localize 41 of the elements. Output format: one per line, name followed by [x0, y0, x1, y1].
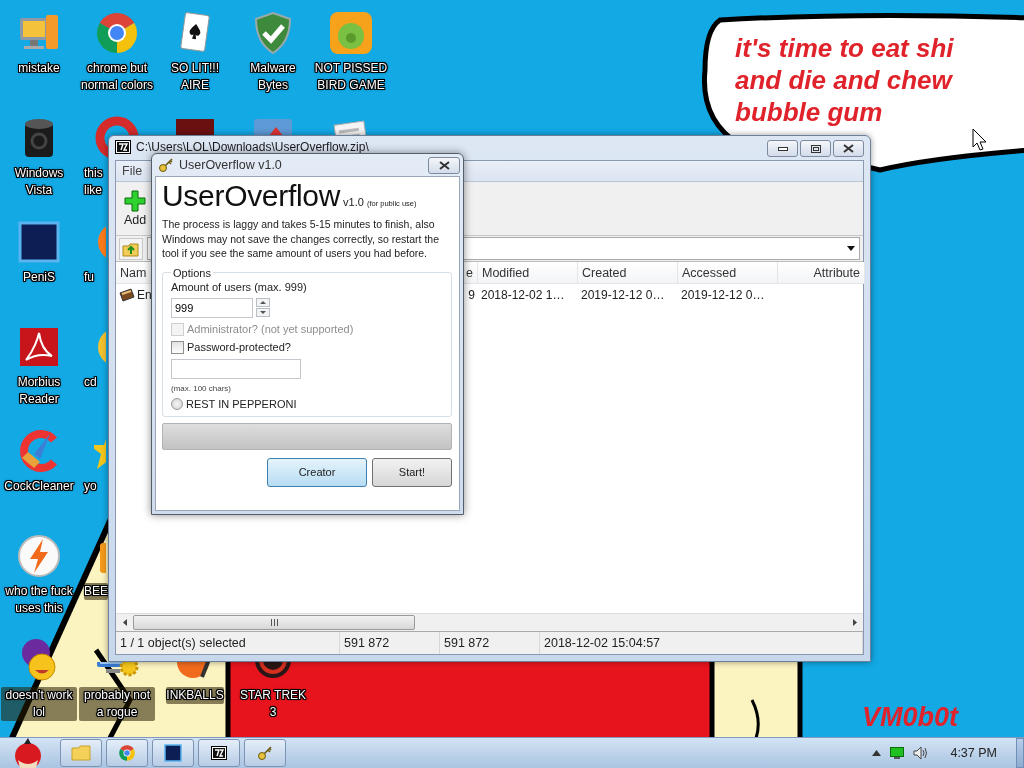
description-text: The process is laggy and takes 5-15 minutes to finish, also Windows may not save the changes correctly, so restart the tool if you see the same amount of users you had before.	[162, 217, 440, 261]
table-cell-text: 2018-12-02 1…	[480, 287, 566, 302]
table-cell-text: 2019-12-12 0…	[580, 287, 666, 302]
table-cell: En	[137, 287, 152, 302]
speech-text: and die and chew	[735, 64, 954, 96]
icon-label: Morbius Reader	[16, 373, 62, 408]
icon-label: SO LIT!!! AIRE	[170, 60, 220, 94]
table-cell-text: 2019-12-12 0…	[680, 287, 766, 302]
hint-text: (max. 100 chars)	[171, 383, 233, 393]
status-text: 1 / 1 object(s) selected	[116, 632, 340, 654]
version-text: v1.0	[343, 196, 364, 208]
icon-label: PeniS	[23, 269, 55, 286]
field-label: Amount of users (max. 999)	[171, 280, 308, 293]
icon-label: chrome but normal colors	[80, 60, 154, 94]
icon-label: doesn't work lol	[1, 687, 77, 721]
status-text: 591 872	[340, 632, 440, 654]
group-legend: Options	[171, 266, 213, 279]
icon-label: Malware Bytes	[249, 60, 297, 94]
speech-text: bubble gum	[735, 96, 884, 128]
icon-label: who the fuck uses this	[4, 582, 74, 617]
app-heading: UserOverflow	[162, 179, 341, 213]
icon-label: Windows Vista	[13, 164, 65, 199]
window-title: C:\Users\LOL\Downloads\UserOverflow.zip\	[136, 140, 369, 154]
checkbox-label: Administrator? (not yet supported)	[187, 323, 354, 335]
icon-label: NOT PISSED BIRD GAME	[313, 60, 389, 94]
icon-label: INKBALLS	[166, 687, 224, 704]
dialog-title: UserOverflow v1.0	[179, 158, 282, 172]
icon-label: this like	[84, 164, 103, 199]
icon-label: mistake	[18, 60, 60, 77]
icon-label: yo	[84, 478, 97, 495]
checkbox-label: Password-protected?	[187, 341, 291, 353]
speech-text: it's time to eat shi	[735, 32, 954, 64]
radio-label: REST IN PEPPERONI	[186, 397, 297, 410]
table-cell-text: 9	[467, 287, 476, 302]
icon-label: STAR TREK 3	[238, 687, 308, 721]
icon-label: CockCleaner	[4, 478, 74, 495]
icon-label: cd	[84, 373, 97, 391]
status-text: 2018-12-02 15:04:57	[540, 632, 863, 654]
icon-label: fu	[84, 269, 94, 286]
status-text: 591 872	[440, 632, 540, 654]
signature-text: VM0b0t	[862, 702, 959, 733]
